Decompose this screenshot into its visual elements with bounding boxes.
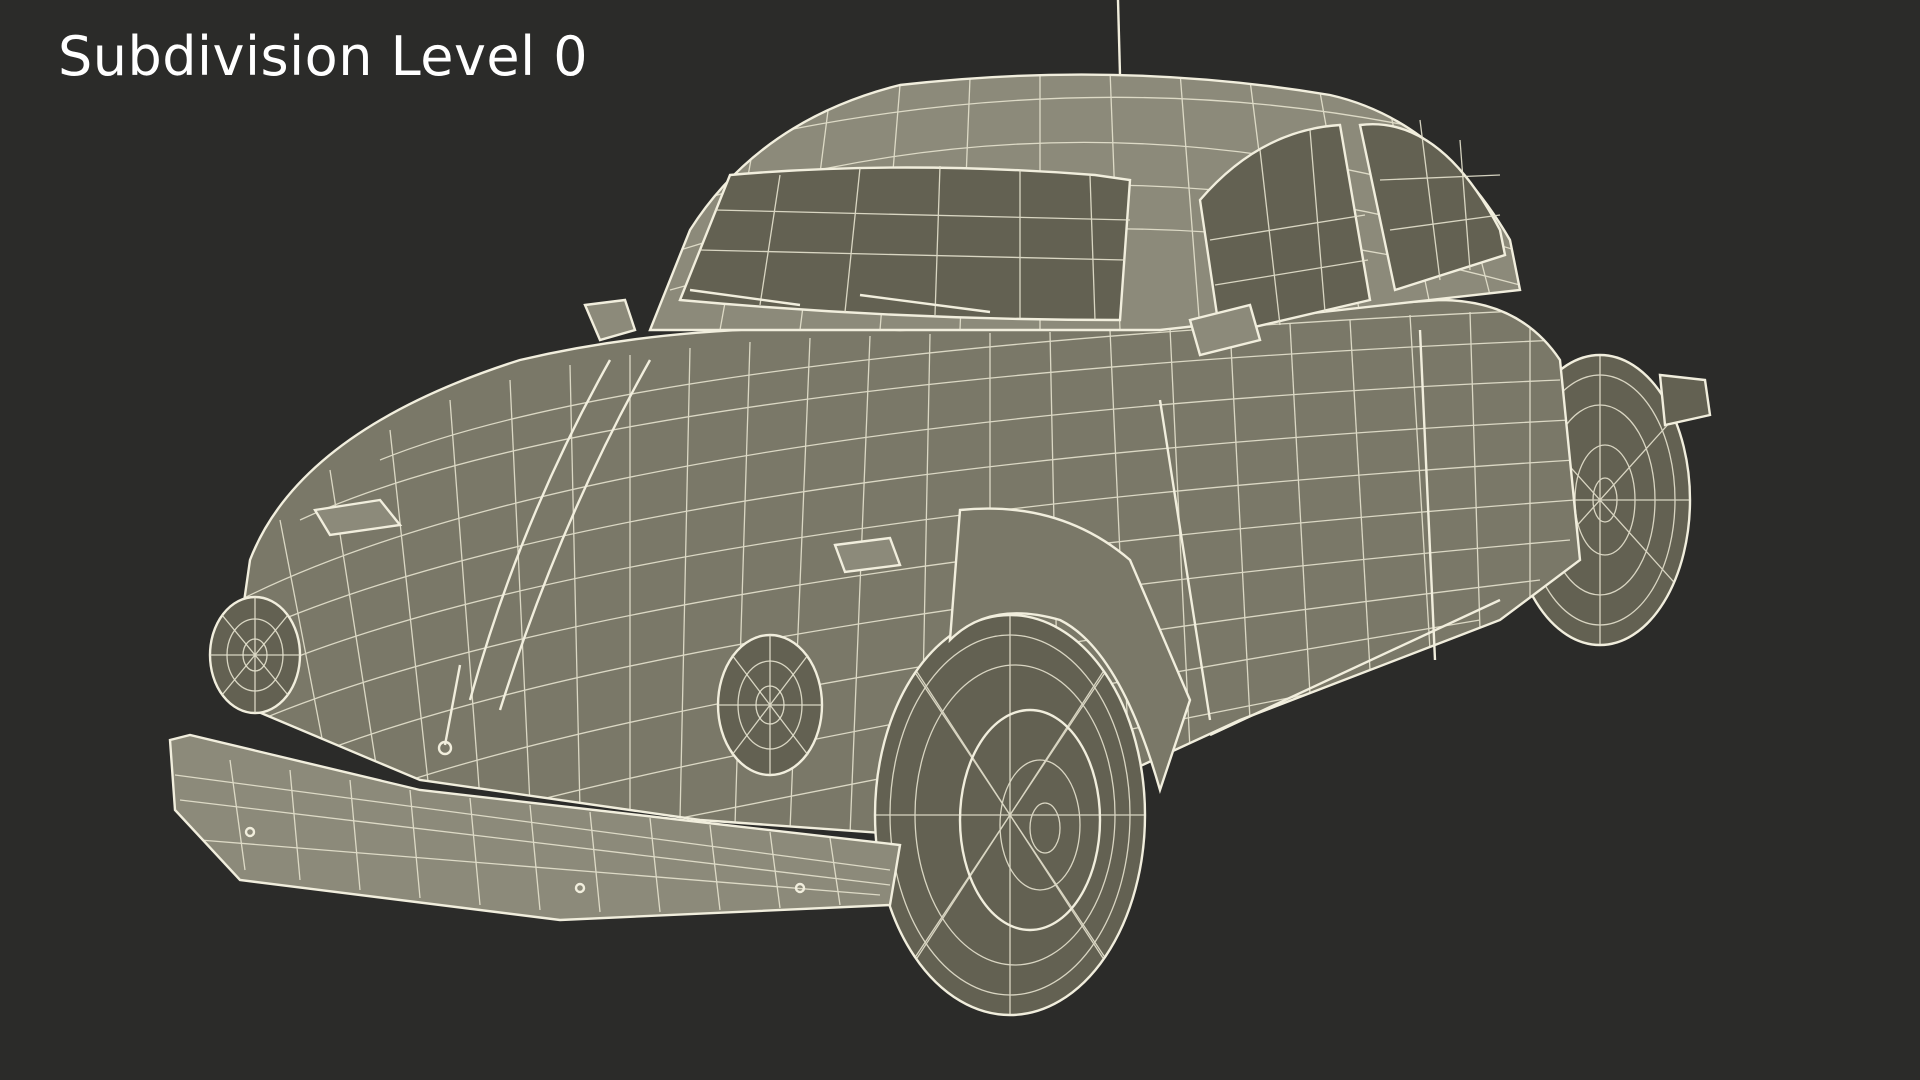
antenna bbox=[1116, 0, 1122, 76]
car-wireframe-render bbox=[168, 0, 1712, 1017]
render-viewport: Subdivision Level 0 bbox=[0, 0, 1920, 1080]
windshield bbox=[678, 165, 1132, 322]
right-headlight bbox=[716, 633, 824, 777]
front-wheel bbox=[873, 613, 1147, 1017]
left-headlight bbox=[208, 595, 302, 715]
